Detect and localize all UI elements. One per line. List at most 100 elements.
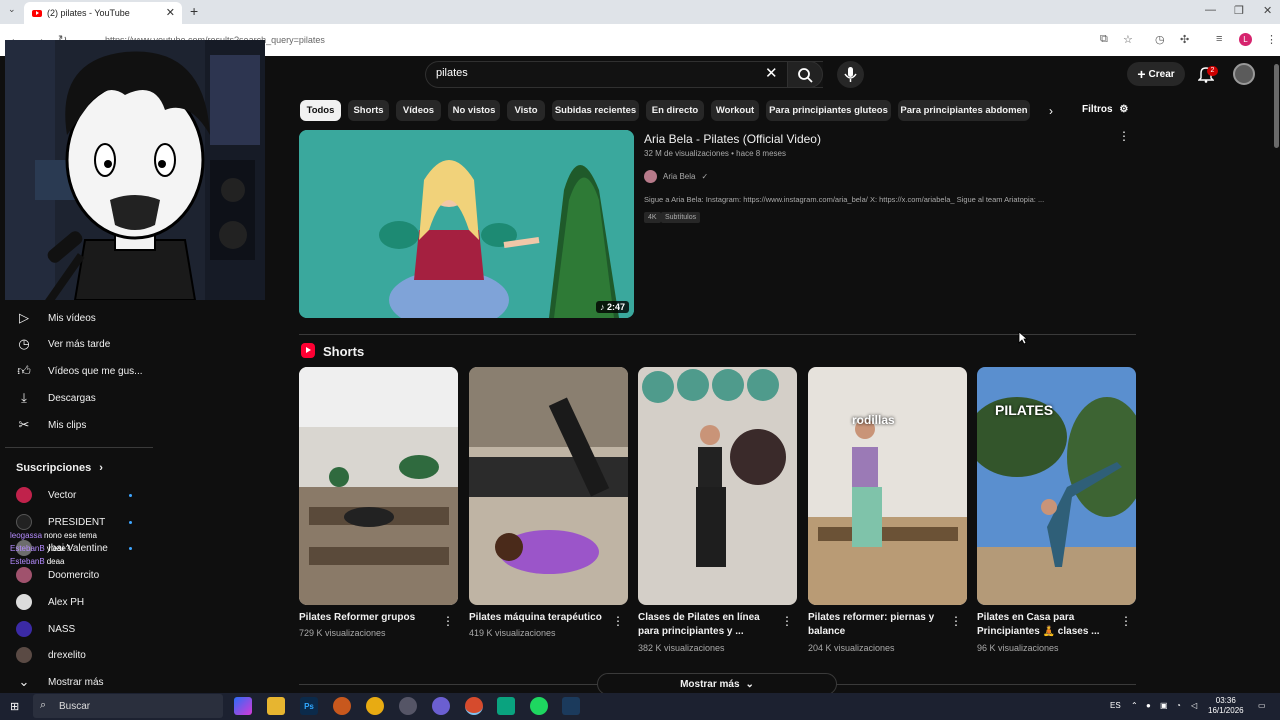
chrome-menu-icon[interactable]: ⋮ (1266, 33, 1277, 46)
tab-close-icon[interactable]: ✕ (166, 6, 175, 19)
sidebar-sub-doomercito[interactable]: Doomercito (16, 565, 136, 585)
app-icon[interactable] (497, 697, 515, 715)
channel-link[interactable]: Aria Bela ✓ (644, 170, 708, 183)
chip-no-vistos[interactable]: No vistos (448, 100, 500, 121)
mouse-cursor-icon (1018, 331, 1028, 345)
browser-tab[interactable]: (2) pilates - YouTube ✕ (24, 2, 182, 24)
account-avatar[interactable] (1233, 63, 1255, 85)
chip-todos[interactable]: Todos (300, 100, 341, 121)
language-indicator[interactable]: ES (1110, 701, 1121, 710)
app-icon[interactable] (333, 697, 351, 715)
search-input[interactable] (425, 61, 823, 88)
sidebar-item-videos-que-me-gustan[interactable]: 👍︎ Vídeos que me gus... (16, 360, 142, 382)
chrome-icon[interactable] (366, 697, 384, 715)
chip-en-directo[interactable]: En directo (646, 100, 704, 121)
chevron-up-icon[interactable]: ⌃ (1131, 701, 1138, 710)
thumbnail-image (638, 367, 797, 605)
chip-workout[interactable]: Workout (711, 100, 759, 121)
sidebar-sub-vector[interactable]: Vector (16, 485, 136, 505)
short-thumbnail[interactable] (469, 367, 628, 605)
tab-title: (2) pilates - YouTube (47, 8, 130, 18)
maximize-icon[interactable]: ❐ (1234, 4, 1244, 17)
sidebar-item-label: Mis clips (48, 419, 87, 431)
short-thumbnail[interactable]: PILATES (977, 367, 1136, 605)
chip-subidas-recientes[interactable]: Subidas recientes (552, 100, 639, 121)
volume-icon[interactable]: ◁ (1191, 701, 1197, 710)
short-options-icon[interactable]: ⋮ (612, 614, 624, 628)
short-title[interactable]: Pilates en Casa para Principiantes 🧘 cla… (977, 611, 1117, 639)
short-options-icon[interactable]: ⋮ (442, 614, 454, 628)
tray-app-icon[interactable]: ▣ (1160, 701, 1168, 710)
video-thumbnail[interactable]: ♪ 2:47 (299, 130, 634, 318)
sidebar-sub-drexelito[interactable]: drexelito (16, 645, 136, 665)
video-meta: 32 M de visualizaciones • hace 8 meses (644, 149, 786, 158)
short-options-icon[interactable]: ⋮ (950, 614, 962, 628)
photoshop-icon[interactable]: Ps (300, 697, 318, 715)
sidebar-item-ver-mas-tarde[interactable]: ◷ Ver más tarde (16, 333, 110, 355)
spotify-icon[interactable] (530, 697, 548, 715)
profile-avatar[interactable]: L (1239, 33, 1252, 46)
subscriptions-heading[interactable]: Suscripciones › (16, 462, 103, 474)
voice-search-button[interactable] (837, 61, 864, 88)
chip-visto[interactable]: Visto (507, 100, 545, 121)
video-title-link[interactable]: Aria Bela - Pilates (Official Video) (644, 132, 821, 146)
search-button[interactable] (787, 61, 823, 88)
shorts-logo-icon (301, 343, 315, 358)
media-control-icon[interactable]: ≡ (1216, 33, 1222, 45)
short-options-icon[interactable]: ⋮ (1120, 614, 1132, 628)
show-more-button[interactable]: Mostrar más ⌄ (597, 673, 837, 695)
taskbar-search-label: Buscar (59, 700, 91, 712)
sidebar-sub-alex-ph[interactable]: Alex PH (16, 592, 136, 612)
video-options-icon[interactable]: ⋮ (1118, 129, 1130, 143)
windows-start-icon[interactable]: ⊞ (10, 700, 19, 713)
window-close-icon[interactable]: ✕ (1263, 4, 1272, 17)
app-icon[interactable] (399, 697, 417, 715)
chevron-right-icon[interactable]: › (1049, 104, 1053, 118)
thumbnail-image (469, 367, 628, 605)
chip-videos[interactable]: Vídeos (396, 100, 441, 121)
create-button[interactable]: + Crear (1127, 62, 1185, 86)
sidebar-sub-president[interactable]: PRESIDENT (16, 512, 136, 532)
short-thumbnail[interactable] (638, 367, 797, 605)
notification-center-icon[interactable]: ▭ (1258, 701, 1266, 710)
chip-principiantes-abdomen[interactable]: Para principiantes abdomen (898, 100, 1030, 121)
short-options-icon[interactable]: ⋮ (781, 614, 793, 628)
bookmark-star-icon[interactable]: ☆ (1123, 33, 1133, 46)
sidebar-item-descargas[interactable]: ⤓ Descargas (16, 387, 96, 409)
file-explorer-icon[interactable] (267, 697, 285, 715)
short-title[interactable]: Pilates Reformer grupos (299, 611, 439, 625)
chat-user: leogassa (10, 531, 43, 540)
taskbar-clock[interactable]: 03:36 16/1/2026 (1208, 696, 1244, 716)
tab-search-icon[interactable]: ⌄ (8, 4, 16, 15)
discord-icon[interactable] (432, 697, 450, 715)
sidebar-show-more[interactable]: ⌄ Mostrar más (16, 671, 104, 693)
short-title[interactable]: Clases de Pilates en línea para principi… (638, 611, 778, 639)
minimize-icon[interactable]: — (1205, 4, 1216, 16)
sidebar-sub-nass[interactable]: NASS (16, 619, 136, 639)
chip-shorts[interactable]: Shorts (348, 100, 389, 121)
short-title[interactable]: Pilates máquina terapéutico (469, 611, 609, 625)
sidebar-item-mis-clips[interactable]: ✂ Mis clips (16, 414, 87, 436)
section-divider (299, 334, 1136, 335)
taskbar-search[interactable]: ⌕ Buscar (33, 694, 223, 718)
microphone-icon (844, 67, 857, 82)
short-title[interactable]: Pilates reformer: piernas y balance (808, 611, 948, 639)
clear-search-icon[interactable]: ✕ (765, 64, 778, 82)
short-thumbnail[interactable]: rodillas (808, 367, 967, 605)
new-tab-icon[interactable]: + (190, 3, 198, 19)
microphone-icon[interactable]: ● (1146, 701, 1151, 710)
filters-button[interactable]: Filtros ⚙ (1082, 104, 1128, 115)
short-thumbnail[interactable] (299, 367, 458, 605)
history-icon[interactable]: ◷ (1155, 33, 1165, 46)
network-icon[interactable]: ◔ (1176, 701, 1181, 710)
short-views: 204 K visualizaciones (808, 643, 895, 653)
chip-principiantes-gluteos[interactable]: Para principiantes gluteos (766, 100, 891, 121)
scrollbar-thumb[interactable] (1274, 64, 1279, 148)
extensions-icon[interactable]: ✣ (1180, 33, 1189, 46)
sidebar-item-mis-videos[interactable]: ▷ Mis vídeos (16, 307, 96, 329)
channel-name: NASS (48, 623, 76, 635)
install-app-icon[interactable]: ⧉ (1100, 33, 1108, 46)
chrome-active-icon[interactable] (465, 697, 483, 715)
steam-icon[interactable] (562, 697, 580, 715)
copilot-icon[interactable] (234, 697, 252, 715)
